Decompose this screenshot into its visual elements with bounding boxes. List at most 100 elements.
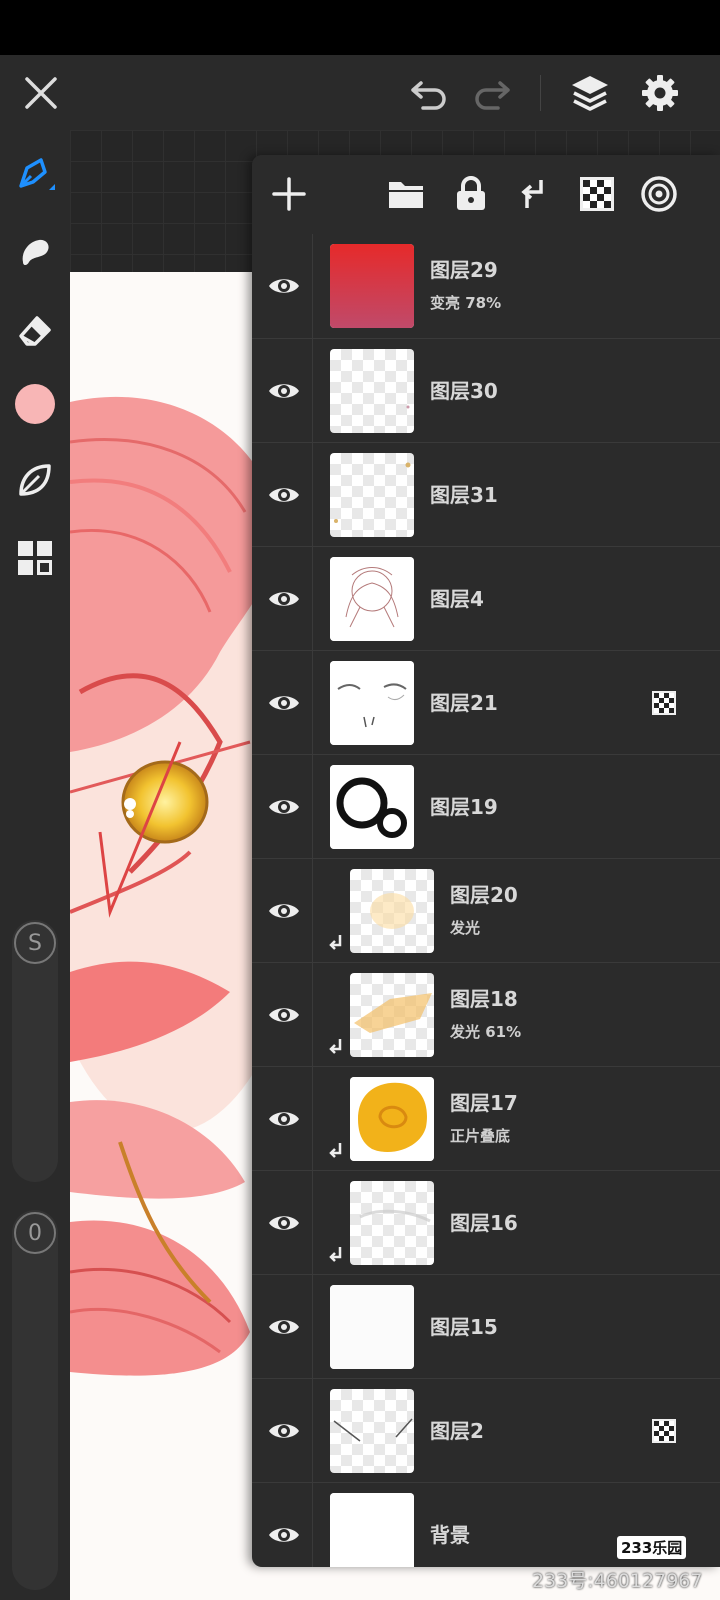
clipping-arrow-icon bbox=[328, 933, 344, 955]
lock-icon[interactable] bbox=[448, 171, 494, 217]
visibility-eye-icon[interactable] bbox=[262, 577, 306, 621]
visibility-eye-icon[interactable] bbox=[262, 1201, 306, 1245]
layer-panel-toolbar bbox=[252, 155, 720, 234]
clipping-arrow-icon bbox=[328, 1245, 344, 1267]
layer-row[interactable]: 图层15 bbox=[252, 1274, 720, 1378]
visibility-eye-icon[interactable] bbox=[262, 1097, 306, 1141]
layer-thumbnail bbox=[330, 1389, 414, 1473]
visibility-eye-icon[interactable] bbox=[262, 1513, 306, 1557]
current-color bbox=[15, 384, 55, 424]
watermark-logo: 233乐园 bbox=[617, 1536, 687, 1559]
layer-row[interactable]: 图层21 bbox=[252, 650, 720, 754]
layer-blend-mode: 发光 61% bbox=[450, 1023, 522, 1041]
layer-thumbnail bbox=[330, 1285, 414, 1369]
clipping-arrow-icon bbox=[328, 1141, 344, 1163]
layer-thumbnail bbox=[330, 349, 414, 433]
visibility-eye-icon[interactable] bbox=[262, 993, 306, 1037]
opacity-slider[interactable]: 0 bbox=[12, 1210, 58, 1590]
row-divider bbox=[312, 651, 313, 754]
layer-name: 图层15 bbox=[430, 1315, 498, 1339]
row-divider bbox=[312, 859, 313, 962]
layer-name: 背景 bbox=[430, 1523, 470, 1547]
layer-thumbnail bbox=[330, 557, 414, 641]
layer-row[interactable]: 图层16 bbox=[252, 1170, 720, 1274]
layer-row[interactable]: 图层18 发光 61% bbox=[252, 962, 720, 1066]
row-divider bbox=[312, 1379, 313, 1482]
layer-name: 图层2 bbox=[430, 1419, 484, 1443]
close-icon[interactable] bbox=[17, 69, 65, 117]
visibility-eye-icon[interactable] bbox=[262, 1409, 306, 1453]
layer-thumbnail bbox=[350, 1181, 434, 1265]
undo-icon[interactable] bbox=[405, 69, 453, 117]
reference-icon[interactable] bbox=[636, 171, 682, 217]
folder-icon[interactable] bbox=[383, 171, 429, 217]
layer-blend-mode: 变亮 78% bbox=[430, 294, 502, 312]
opacity-label: 0 bbox=[14, 1212, 56, 1254]
layer-name: 图层30 bbox=[430, 379, 498, 403]
layer-name: 图层21 bbox=[430, 691, 498, 715]
leaf-icon[interactable] bbox=[11, 456, 59, 504]
layer-name: 图层17 bbox=[450, 1091, 518, 1115]
color-swatch[interactable] bbox=[11, 380, 59, 428]
visibility-eye-icon[interactable] bbox=[262, 681, 306, 725]
size-label: S bbox=[14, 922, 56, 964]
alpha-lock-icon[interactable] bbox=[652, 691, 676, 715]
layer-panel: 图层29 变亮 78% 图层30 图层31 图层4 图层21 图层19 图层20 发光图层18 发… bbox=[252, 155, 720, 1567]
watermark-text: 233号:460127967 bbox=[532, 1570, 703, 1592]
layer-row[interactable]: 图层20 发光 bbox=[252, 858, 720, 962]
layer-thumbnail bbox=[350, 973, 434, 1057]
status-bar bbox=[0, 0, 720, 55]
visibility-eye-icon[interactable] bbox=[262, 264, 306, 308]
row-divider bbox=[312, 443, 313, 546]
clip-icon[interactable] bbox=[511, 171, 557, 217]
layer-row[interactable]: 图层31 bbox=[252, 442, 720, 546]
add-layer-icon[interactable] bbox=[266, 171, 312, 217]
layer-blend-mode: 正片叠底 bbox=[450, 1127, 511, 1145]
smudge-icon[interactable] bbox=[11, 228, 59, 276]
layer-list: 图层29 变亮 78% 图层30 图层31 图层4 图层21 图层19 图层20 发光图层18 发… bbox=[252, 234, 720, 1567]
settings-icon[interactable] bbox=[636, 69, 684, 117]
divider bbox=[540, 75, 541, 111]
layer-name: 图层4 bbox=[430, 587, 484, 611]
layer-row[interactable]: 图层2 bbox=[252, 1378, 720, 1482]
brush-size-slider[interactable]: S bbox=[12, 920, 58, 1182]
layer-row[interactable]: 图层30 bbox=[252, 338, 720, 442]
layer-thumbnail bbox=[350, 869, 434, 953]
row-divider bbox=[312, 1483, 313, 1567]
layer-row[interactable]: 图层4 bbox=[252, 546, 720, 650]
layer-thumbnail bbox=[330, 453, 414, 537]
clipping-arrow-icon bbox=[328, 1037, 344, 1059]
row-divider bbox=[312, 963, 313, 1066]
visibility-eye-icon[interactable] bbox=[262, 1305, 306, 1349]
layer-thumbnail bbox=[330, 765, 414, 849]
visibility-eye-icon[interactable] bbox=[262, 889, 306, 933]
row-divider bbox=[312, 547, 313, 650]
visibility-eye-icon[interactable] bbox=[262, 473, 306, 517]
visibility-eye-icon[interactable] bbox=[262, 369, 306, 413]
eraser-icon[interactable] bbox=[11, 306, 59, 354]
layer-row[interactable]: 图层17 正片叠底 bbox=[252, 1066, 720, 1170]
layer-thumbnail bbox=[330, 661, 414, 745]
row-divider bbox=[312, 1275, 313, 1378]
brush-icon[interactable] bbox=[11, 150, 59, 198]
layer-blend-mode: 发光 bbox=[450, 919, 481, 937]
menu-grid-icon[interactable] bbox=[11, 534, 59, 582]
alpha-lock-icon[interactable] bbox=[652, 1419, 676, 1443]
row-divider bbox=[312, 1067, 313, 1170]
row-divider bbox=[312, 234, 313, 338]
layer-thumbnail bbox=[330, 244, 414, 328]
layer-thumbnail bbox=[330, 1493, 414, 1567]
transparency-icon[interactable] bbox=[574, 171, 620, 217]
layer-row[interactable]: 图层29 变亮 78% bbox=[252, 234, 720, 338]
tool-sidebar: S 0 bbox=[0, 130, 70, 1600]
redo-icon[interactable] bbox=[468, 69, 516, 117]
layer-name: 图层29 bbox=[430, 258, 498, 282]
layer-name: 图层31 bbox=[430, 483, 498, 507]
row-divider bbox=[312, 1171, 313, 1274]
layer-name: 图层16 bbox=[450, 1211, 518, 1235]
layer-row[interactable]: 图层19 bbox=[252, 754, 720, 858]
visibility-eye-icon[interactable] bbox=[262, 785, 306, 829]
layer-name: 图层20 bbox=[450, 883, 518, 907]
layer-name: 图层18 bbox=[450, 987, 518, 1011]
layers-icon[interactable] bbox=[566, 69, 614, 117]
